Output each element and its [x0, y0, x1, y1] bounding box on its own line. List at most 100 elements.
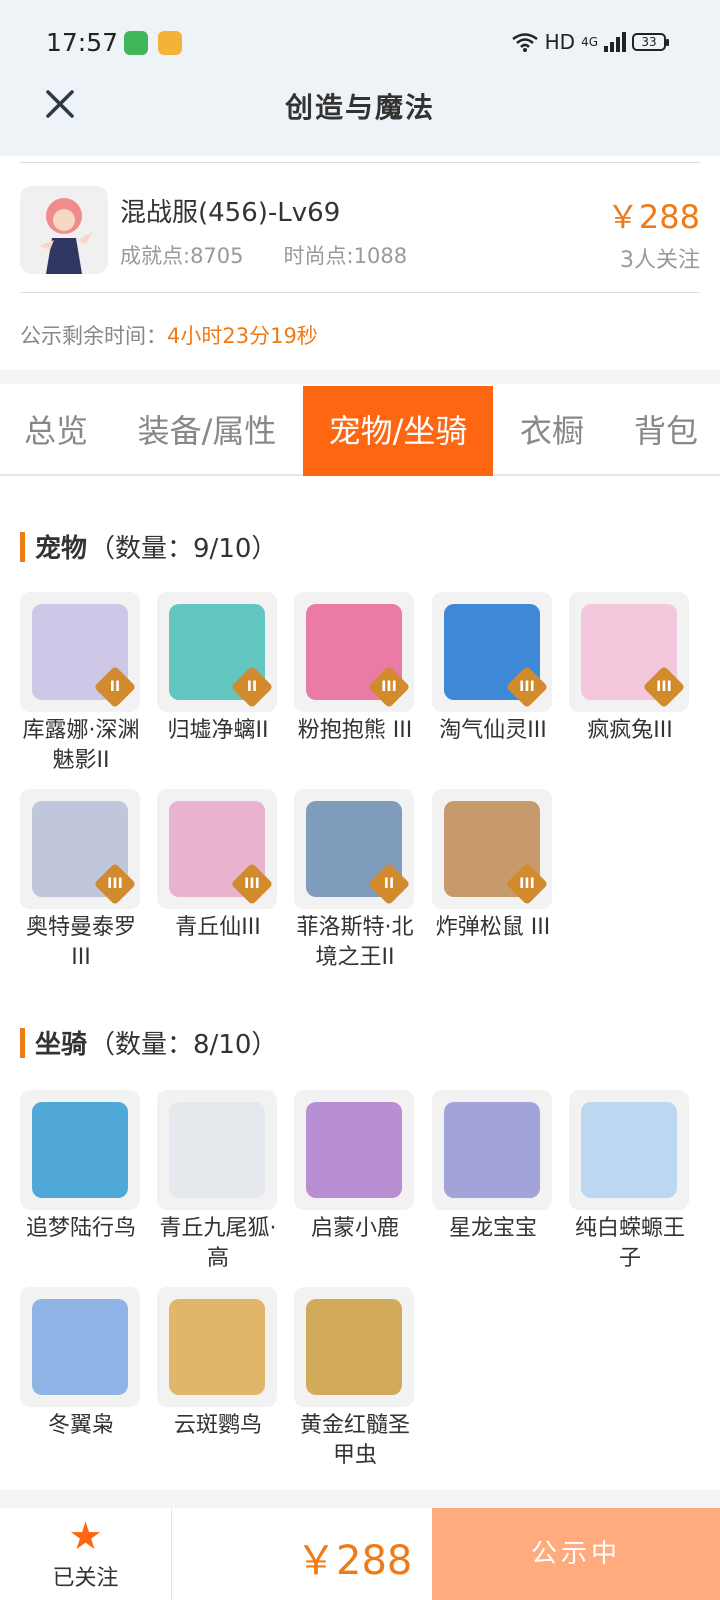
mount-name: 启蒙小鹿 — [310, 1216, 399, 1241]
pet-name: 淘气仙灵III — [439, 718, 547, 743]
mount-name: 黄金红髓圣甲虫 — [299, 1413, 410, 1468]
section-gap — [0, 370, 720, 384]
pet-thumbnail: III — [432, 592, 552, 712]
rank-badge-icon: II — [230, 665, 274, 709]
product-name: 混战服(456)-Lv69 — [120, 198, 341, 228]
mount-portrait-icon — [306, 1299, 402, 1395]
pet-thumbnail: III — [432, 789, 552, 909]
rank-badge-icon: III — [642, 665, 686, 709]
mount-thumbnail — [294, 1287, 414, 1407]
mount-thumbnail — [20, 1287, 140, 1407]
rank-badge-label: III — [519, 679, 535, 695]
mount-item[interactable]: 纯白蝾螈王子 — [569, 1090, 691, 1274]
follow-button[interactable]: ★ 已关注 — [0, 1508, 172, 1600]
rank-badge-icon: III — [93, 862, 137, 906]
signal-type: 4G — [581, 35, 598, 49]
rank-badge-icon: III — [505, 862, 549, 906]
mount-item[interactable]: 青丘九尾狐·高 — [157, 1090, 279, 1274]
mount-item[interactable]: 黄金红髓圣甲虫 — [294, 1287, 416, 1471]
mount-thumbnail — [294, 1090, 414, 1210]
pet-item[interactable]: III 青丘仙III — [157, 789, 279, 943]
pet-name: 库露娜·深渊魅影II — [22, 718, 140, 773]
wifi-icon — [511, 33, 538, 52]
rank-badge-label: II — [383, 876, 395, 892]
pet-thumbnail: II — [157, 592, 277, 712]
mounts-title: 坐骑 — [35, 1030, 88, 1060]
mount-portrait-icon — [169, 1102, 265, 1198]
rank-badge-icon: II — [93, 665, 137, 709]
mount-thumbnail — [157, 1090, 277, 1210]
battery-icon: 33 — [632, 33, 669, 51]
pet-name: 奥特曼泰罗III — [25, 915, 136, 970]
mount-item[interactable]: 星龙宝宝 — [432, 1090, 554, 1244]
signal-icon — [604, 32, 626, 52]
mounts-section-header: 坐骑 （数量：8/10） — [20, 1024, 277, 1061]
mount-portrait-icon — [32, 1299, 128, 1395]
title-bar: 创造与魔法 — [0, 80, 720, 156]
pet-item[interactable]: II 菲洛斯特·北境之王II — [294, 789, 416, 973]
section-marker — [20, 1027, 25, 1058]
mount-name: 星龙宝宝 — [448, 1216, 537, 1241]
status-indicators: HD 4G 33 — [511, 30, 669, 54]
announce-label: 公示剩余时间： — [20, 324, 167, 348]
character-avatar — [20, 186, 108, 274]
pets-title: 宠物 — [35, 534, 88, 564]
divider — [20, 162, 700, 163]
mount-item[interactable]: 冬翼枭 — [20, 1287, 142, 1441]
tab-backpack[interactable]: 背包 — [612, 386, 720, 476]
mount-portrait-icon — [32, 1102, 128, 1198]
pet-item[interactable]: III 炸弹松鼠 III — [432, 789, 554, 943]
divider — [20, 292, 700, 293]
pet-name: 疯疯兔III — [587, 718, 673, 743]
announce-time: 公示剩余时间：4小时23分19秒 — [20, 320, 318, 350]
status-button[interactable]: 公示中 — [432, 1508, 720, 1600]
rank-badge-label: II — [246, 679, 258, 695]
mount-portrait-icon — [581, 1102, 677, 1198]
tab-wardrobe[interactable]: 衣橱 — [500, 386, 604, 476]
mount-name: 追梦陆行鸟 — [25, 1216, 136, 1241]
pet-name: 归墟净螭II — [167, 718, 269, 743]
pet-thumbnail: III — [569, 592, 689, 712]
pet-item[interactable]: III 疯疯兔III — [569, 592, 691, 746]
announce-countdown: 4小时23分19秒 — [167, 324, 318, 348]
bottom-price: ￥288 — [296, 1538, 413, 1584]
pet-item[interactable]: III 淘气仙灵III — [432, 592, 554, 746]
achievement-points: 成就点:8705 — [120, 244, 244, 268]
mount-item[interactable]: 云斑鹦鸟 — [157, 1287, 279, 1441]
rank-badge-icon: III — [230, 862, 274, 906]
rank-badge-label: III — [519, 876, 535, 892]
mount-item[interactable]: 追梦陆行鸟 — [20, 1090, 142, 1244]
pet-item[interactable]: III 粉抱抱熊 III — [294, 592, 416, 746]
tab-equipment[interactable]: 装备/属性 — [118, 386, 296, 476]
mount-name: 青丘九尾狐·高 — [159, 1216, 277, 1271]
mount-name: 云斑鹦鸟 — [173, 1413, 262, 1438]
mount-thumbnail — [20, 1090, 140, 1210]
section-marker — [20, 531, 25, 562]
mounts-grid: 追梦陆行鸟 青丘九尾狐·高 启蒙小鹿 星龙宝宝 纯白蝾螈王子冬翼枭 云斑鹦鸟 黄金红髓圣甲虫 — [20, 1090, 700, 1480]
rank-badge-label: III — [656, 679, 672, 695]
pet-item[interactable]: III 奥特曼泰罗III — [20, 789, 142, 973]
top-area: 17:57 HD 4G 33 创造与魔法 — [0, 0, 720, 156]
pet-name: 粉抱抱熊 III — [297, 718, 413, 743]
follow-label: 已关注 — [52, 1566, 119, 1591]
character-portrait-icon — [20, 186, 108, 274]
pet-thumbnail: III — [294, 592, 414, 712]
tab-pets-mounts[interactable]: 宠物/坐骑 — [303, 386, 493, 476]
rank-badge-icon: III — [505, 665, 549, 709]
pet-thumbnail: II — [20, 592, 140, 712]
pet-item[interactable]: II 归墟净螭II — [157, 592, 279, 746]
mount-portrait-icon — [444, 1102, 540, 1198]
mount-item[interactable]: 启蒙小鹿 — [294, 1090, 416, 1244]
mount-portrait-icon — [306, 1102, 402, 1198]
network-type: HD — [544, 30, 576, 54]
mount-portrait-icon — [169, 1299, 265, 1395]
tab-overview[interactable]: 总览 — [0, 386, 112, 476]
pet-thumbnail: III — [157, 789, 277, 909]
pets-grid: II 库露娜·深渊魅影II II 归墟净螭II III 粉抱抱熊 III III 淘气仙灵II… — [20, 592, 700, 982]
rank-badge-label: II — [109, 679, 121, 695]
pets-section-header: 宠物 （数量：9/10） — [20, 528, 277, 565]
rank-badge-label: III — [244, 876, 260, 892]
pets-count: （数量：9/10） — [89, 534, 278, 564]
bottom-gap — [0, 1490, 720, 1508]
pet-item[interactable]: II 库露娜·深渊魅影II — [20, 592, 142, 776]
